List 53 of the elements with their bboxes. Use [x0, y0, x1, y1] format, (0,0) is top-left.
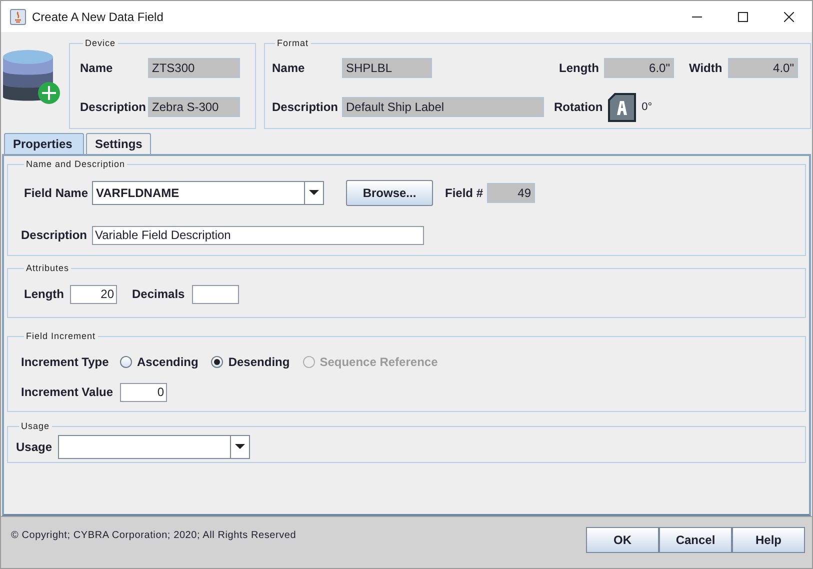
- radio-option[interactable]: Desending: [211, 352, 290, 370]
- radio-option[interactable]: Ascending: [120, 352, 198, 370]
- group-title: Device: [84, 37, 117, 50]
- group-title: Field Increment: [25, 330, 97, 343]
- database-add-icon: [3, 47, 61, 107]
- close-icon[interactable]: [784, 12, 794, 22]
- field-label: Description: [80, 98, 146, 116]
- readonly-field: SHPLBL: [342, 58, 432, 78]
- field-label: Increment Value: [21, 384, 114, 401]
- group-title: Attributes: [25, 262, 70, 275]
- input-field[interactable]: Variable Field Description: [92, 226, 424, 244]
- field-label: Length: [559, 60, 600, 76]
- readonly-field: 6.0": [604, 58, 674, 78]
- group-title: Name and Description: [25, 158, 126, 171]
- dialog-button[interactable]: OK: [586, 527, 659, 553]
- field-label: Name: [272, 60, 306, 76]
- readonly-field: Default Ship Label: [342, 97, 544, 117]
- rotation-icon: [608, 92, 636, 122]
- field-label: Field Name: [24, 184, 90, 202]
- readonly-field: Zebra S-300: [148, 96, 240, 116]
- input-field[interactable]: 0: [120, 382, 167, 402]
- field-label: Decimals: [132, 286, 186, 303]
- field-label: Description: [21, 227, 88, 244]
- dropdown[interactable]: VARFLDNAME: [92, 180, 324, 204]
- field-label: Length: [24, 286, 65, 303]
- caret-icon: [235, 444, 245, 449]
- field-label: Name: [80, 60, 114, 76]
- field-label: Description: [272, 99, 340, 116]
- field-label: Width: [689, 60, 724, 76]
- app-icon: [10, 8, 26, 24]
- maximize-icon[interactable]: [738, 12, 748, 22]
- readonly-field: ZTS300: [148, 58, 240, 78]
- group-title: Format: [276, 37, 310, 50]
- browse-button[interactable]: Browse...: [346, 180, 433, 206]
- tab[interactable]: Settings: [86, 133, 151, 154]
- tab[interactable]: Properties: [4, 133, 84, 154]
- window-title: Create A New Data Field: [32, 8, 164, 26]
- copyright-text: © Copyright; CYBRA Corporation; 2020; All Rights Reserved: [11, 529, 296, 543]
- dropdown[interactable]: [58, 434, 250, 458]
- radio-option: Sequence Reference: [302, 352, 438, 370]
- caret-icon: [309, 190, 319, 195]
- dialog-button[interactable]: Help: [732, 527, 805, 553]
- dialog-button[interactable]: Cancel: [659, 527, 732, 553]
- input-field[interactable]: [192, 284, 239, 304]
- readonly-field: 49: [487, 182, 535, 202]
- field-label: Usage: [16, 438, 54, 456]
- field-label: Increment Type: [21, 354, 110, 370]
- readonly-field: 4.0": [728, 58, 798, 78]
- field-label: Field #: [445, 184, 484, 202]
- input-field[interactable]: 20: [70, 284, 117, 304]
- rotation-value: 0°: [642, 100, 652, 115]
- group-title: Usage: [20, 420, 51, 433]
- field-label: Rotation: [554, 99, 603, 116]
